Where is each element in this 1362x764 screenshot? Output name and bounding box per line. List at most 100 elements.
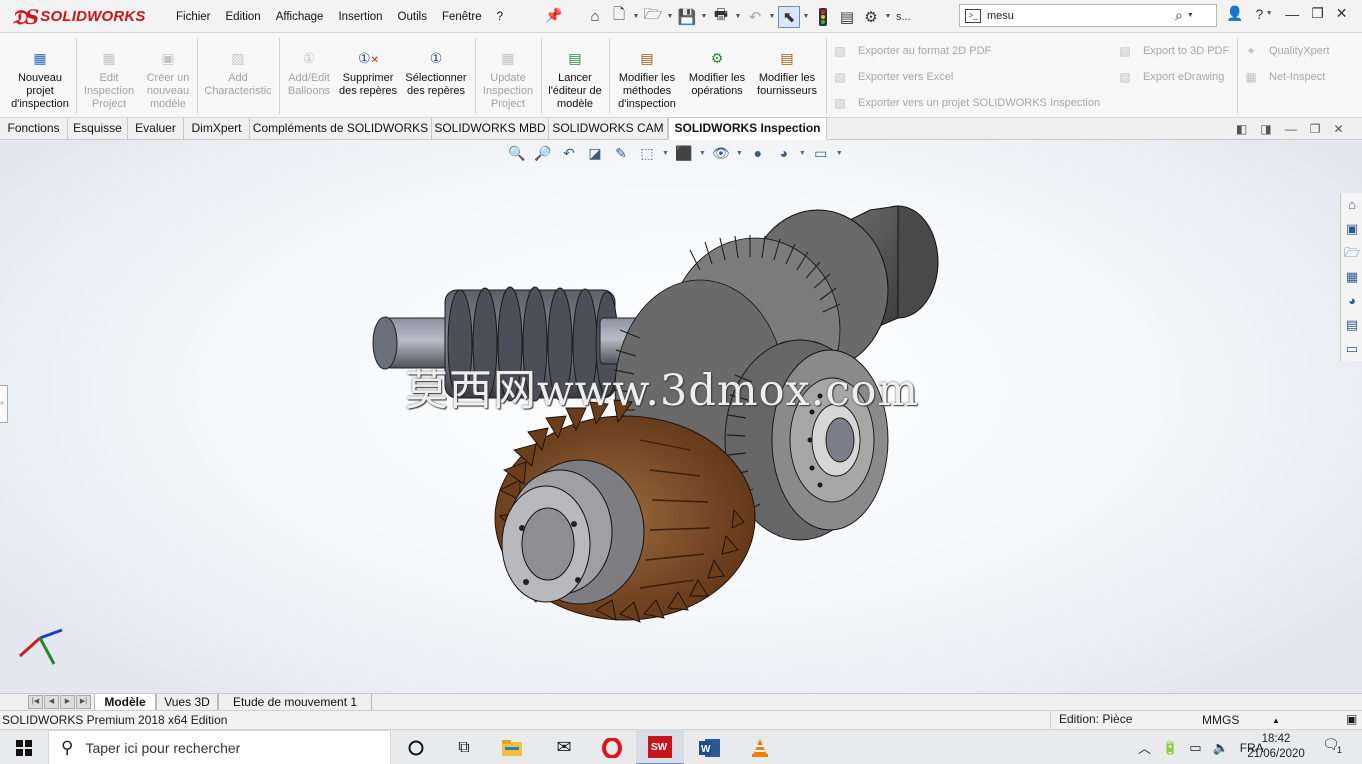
chevron-down-icon[interactable]: ▼ (700, 13, 708, 20)
panel-right-icon[interactable]: ◨ (1260, 122, 1271, 136)
chevron-down-icon[interactable]: ▼ (734, 13, 742, 20)
next-tab-icon[interactable]: ▶ (60, 695, 75, 709)
tab-cam[interactable]: SOLIDWORKS CAM (549, 118, 668, 140)
word-button[interactable]: W (686, 730, 734, 764)
tab-mbd[interactable]: SOLIDWORKS MBD (432, 118, 549, 140)
close-icon[interactable]: ✕ (1336, 5, 1348, 22)
notification-center-button[interactable]: 🗨 1 (1322, 736, 1346, 758)
qualityxpert-button[interactable]: ✦ QualityXpert (1243, 43, 1330, 59)
menu-edition[interactable]: Edition (226, 11, 261, 23)
graphics-area[interactable]: 🔍 🔎 ↶ ◪ ✎ ⬚ ▼ ⬛ ▼ 👁 ▼ ● ◕ ▼ ▭ ▼ 莫西网www.3… (0, 140, 1362, 693)
update-inspection-project-button[interactable]: ▦ Update Inspection Project (478, 37, 538, 115)
volume-icon[interactable]: 🔈 (1213, 740, 1229, 756)
tab-esquisse[interactable]: Esquisse (68, 118, 128, 140)
tab-vues-3d[interactable]: Vues 3D (156, 694, 218, 711)
add-edit-balloons-button[interactable]: ① Add/Edit Balloons (282, 37, 336, 115)
pin-menu-icon[interactable]: 📌 (545, 7, 562, 24)
creer-modele-button[interactable]: ▣ Créer un nouveau modèle (142, 37, 194, 115)
chevron-down-icon[interactable]: ▼ (802, 13, 810, 20)
minimize-icon[interactable]: — (1285, 122, 1297, 136)
export-3d-pdf-button[interactable]: ▧ Export to 3D PDF (1117, 43, 1229, 59)
vlc-button[interactable] (736, 730, 784, 764)
open-folder-icon[interactable]: 🗁 (642, 6, 664, 28)
tab-dimxpert[interactable]: DimXpert (184, 118, 250, 140)
mail-button[interactable]: ✉ (540, 730, 588, 764)
export-2d-pdf-button[interactable]: ▧ Exporter au format 2D PDF (832, 43, 991, 59)
file-properties-icon[interactable]: ▤ (836, 6, 858, 28)
print-icon[interactable]: 🖶 (710, 6, 732, 28)
opera-button[interactable] (588, 730, 636, 764)
taskbar-search[interactable]: ⚲ Taper ici pour rechercher (48, 730, 391, 764)
restore-icon[interactable]: ❐ (1311, 5, 1324, 22)
battery-icon[interactable]: 🔋 (1162, 740, 1178, 756)
chevron-down-icon[interactable]: ▼ (768, 13, 776, 20)
status-units[interactable]: MMGS (1202, 713, 1239, 727)
restore-icon[interactable]: ❐ (1310, 122, 1321, 136)
status-feedback-icon[interactable]: ▣ (1346, 712, 1357, 726)
export-edrawing-button[interactable]: ▧ Export eDrawing (1117, 69, 1224, 85)
edit-inspection-project-button[interactable]: ▦ Edit Inspection Project (78, 37, 140, 115)
tab-etude-mouvement[interactable]: Etude de mouvement 1 (218, 694, 372, 711)
minimize-icon[interactable]: — (1285, 6, 1299, 22)
tab-inspection[interactable]: SOLIDWORKS Inspection (668, 117, 827, 140)
first-tab-icon[interactable]: |◀ (28, 695, 43, 709)
export-inspection-project-button[interactable]: ▧ Exporter vers un projet SOLIDWORKS Insp… (832, 95, 1100, 111)
menu-outils[interactable]: Outils (398, 11, 427, 23)
view-palette-icon[interactable]: ▦ (1341, 265, 1362, 289)
menu-insertion[interactable]: Insertion (338, 11, 382, 23)
last-tab-icon[interactable]: ▶| (76, 695, 91, 709)
cortana-button[interactable] (392, 730, 440, 764)
add-characteristic-button[interactable]: ▨ Add Characteristic (200, 37, 276, 115)
solidworks-logo[interactable]: 𝔇S SOLIDWORKS (12, 3, 154, 30)
close-icon[interactable]: ✕ (1333, 122, 1343, 136)
home-icon[interactable]: ⌂ (584, 6, 606, 28)
units-caret-icon[interactable]: ▲ (1272, 716, 1280, 725)
modifier-fournisseurs-button[interactable]: ▤ Modifier les fournisseurs (752, 37, 822, 115)
menu-fichier[interactable]: Fichier (176, 11, 211, 23)
custom-properties-icon[interactable]: ▤ (1341, 313, 1362, 337)
file-explorer-button[interactable] (488, 730, 536, 764)
menu-affichage[interactable]: Affichage (276, 11, 324, 23)
options-gear-icon[interactable]: ⚙ (860, 6, 882, 28)
help-icon[interactable]: ? (1255, 6, 1263, 22)
nouveau-projet-inspection-button[interactable]: ▦ Nouveau projet d'inspection (6, 37, 74, 115)
tab-modele[interactable]: Modèle (94, 694, 156, 711)
lancer-editeur-modele-button[interactable]: ▤ Lancer l'éditeur de modèle (544, 37, 606, 115)
search-icon[interactable]: ⌕ (1175, 7, 1183, 24)
menu-help[interactable]: ? (497, 11, 503, 23)
supprimer-reperes-button[interactable]: ①✕ Supprimer des repères (338, 37, 398, 115)
prev-tab-icon[interactable]: ◀ (44, 695, 59, 709)
feature-manager-expand-handle[interactable]: » (0, 385, 8, 423)
solidworks-taskbar-button[interactable]: SW (636, 730, 684, 764)
selectionner-reperes-button[interactable]: ① Sélectionner des repères (400, 37, 472, 115)
forum-icon[interactable]: ▭ (1341, 337, 1362, 361)
chevron-down-icon[interactable]: ▼ (666, 13, 674, 20)
chevron-down-icon[interactable]: ▼ (884, 13, 892, 20)
chevron-down-icon[interactable]: ▼ (1187, 12, 1194, 19)
select-cursor-icon[interactable]: ⬉ (778, 5, 800, 28)
modifier-methodes-inspection-button[interactable]: ▤ Modifier les méthodes d'inspection (612, 37, 682, 115)
appearances-icon[interactable]: ◕ (1341, 289, 1362, 313)
home-icon[interactable]: ⌂ (1341, 193, 1362, 217)
panel-left-icon[interactable]: ◧ (1236, 122, 1247, 136)
new-document-icon[interactable]: 🗋 (608, 6, 630, 28)
quick-text[interactable]: s... (896, 11, 911, 23)
file-explorer-icon[interactable]: 🗁 (1341, 241, 1362, 265)
tab-complements[interactable]: Compléments de SOLIDWORKS (250, 118, 432, 140)
chevron-down-icon[interactable]: ▼ (1265, 10, 1273, 17)
traffic-light-icon[interactable] (812, 6, 834, 28)
taskbar-clock[interactable]: 18:42 21/06/2020 (1244, 732, 1308, 762)
design-library-icon[interactable]: ▣ (1341, 217, 1362, 241)
command-search-box[interactable]: >_ ⌕ ▼ (959, 4, 1217, 27)
export-excel-button[interactable]: ▧ Exporter vers Excel (832, 69, 953, 85)
chevron-down-icon[interactable]: ▼ (632, 13, 640, 20)
chevron-up-icon[interactable]: ︿ (1138, 738, 1151, 757)
network-icon[interactable]: ▭ (1189, 740, 1201, 756)
user-icon[interactable]: 👤 (1226, 5, 1243, 22)
net-inspect-button[interactable]: ▦ Net-Inspect (1243, 69, 1325, 85)
tab-evaluer[interactable]: Evaluer (128, 118, 184, 140)
task-view-button[interactable]: ⧉ (440, 730, 488, 764)
tab-fonctions[interactable]: Fonctions (0, 118, 68, 140)
modifier-operations-button[interactable]: ⚙ Modifier les opérations (686, 37, 748, 115)
save-icon[interactable]: 💾 (676, 6, 698, 28)
